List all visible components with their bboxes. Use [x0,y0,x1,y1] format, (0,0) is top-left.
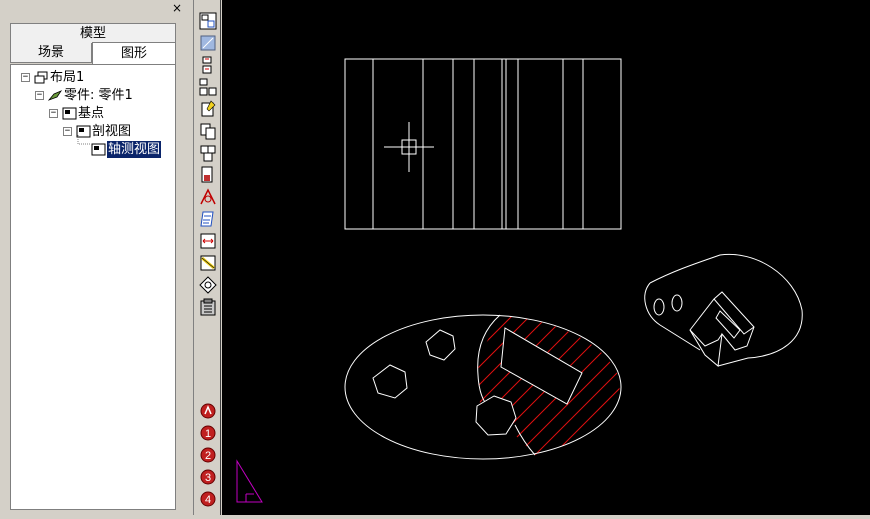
tab-graphics[interactable]: 图形 [92,42,176,64]
tree-item-axonometric-view[interactable]: 轴测视图 [91,141,162,158]
section-view-icon[interactable] [199,56,217,74]
tree-item-label: 布局1 [50,70,85,85]
crosshair-cursor [384,122,434,172]
tree-item-base-point[interactable]: − 基点 [49,105,104,122]
align-view-icon[interactable] [199,232,217,250]
property-icon[interactable] [199,276,217,294]
tab-model[interactable]: 模型 [10,23,176,43]
tab-scene[interactable]: 场景 [10,43,92,63]
dimension-icon[interactable] [199,188,217,206]
tree-item-label: 剖视图 [92,124,132,139]
detail-view-icon[interactable] [199,100,217,118]
view-5-icon[interactable]: 4 [199,490,217,508]
view-number: 4 [205,494,211,506]
ucs-icon [236,459,263,503]
auxiliary-view-icon[interactable] [199,122,217,140]
drawing-svg [236,58,803,503]
tree-view[interactable]: − 布局1 − 零件: 零件1 − 基点 − 剖视图 轴测视图 [10,64,176,510]
tree-item-part[interactable]: − 零件: 零件1 [35,87,133,104]
tree-connector [77,135,90,145]
collapse-icon[interactable]: − [35,91,44,100]
drawing-canvas[interactable] [222,0,870,515]
view-icon [91,143,106,156]
annotation-icon[interactable] [199,210,217,228]
collapse-icon[interactable]: − [63,127,72,136]
view-1-icon[interactable] [199,402,217,420]
view-number: 3 [205,472,211,484]
view-3-icon[interactable]: 2 [199,446,217,464]
collapse-icon[interactable]: − [49,109,58,118]
tree-item-label: 基点 [78,106,105,121]
edit-view-icon[interactable] [199,254,217,272]
view-number: 2 [205,450,211,462]
standard-view-icon[interactable] [199,12,217,30]
clipboard-icon[interactable] [199,298,217,316]
close-icon[interactable]: × [170,1,184,15]
isometric-view[interactable] [644,253,803,367]
tree-item-label: 轴测视图 [107,141,162,158]
part-icon [48,90,63,101]
view-icon [62,107,77,120]
section-view[interactable] [344,314,622,460]
view-number: 1 [205,428,211,440]
tree-item-section-view[interactable]: − 剖视图 [63,123,131,140]
vertical-toolbar: 1 2 3 4 [195,0,221,515]
broken-view-icon[interactable] [199,144,217,162]
view-2-icon[interactable]: 1 [199,424,217,442]
local-section-icon[interactable] [199,166,217,184]
projection-view-icon[interactable] [199,34,217,52]
partial-view-icon[interactable] [199,78,217,96]
model-tree-panel: × 模型 场景 图形 − 布局1 − 零件: 零件1 − 基点 − 剖视图 轴测… [0,0,194,515]
tree-item-label: 零件: 零件1 [64,88,133,103]
front-view[interactable] [344,58,622,230]
layout-icon [34,71,48,84]
collapse-icon[interactable]: − [21,73,30,82]
tree-item-layout[interactable]: − 布局1 [21,69,84,86]
view-4-icon[interactable]: 3 [199,468,217,486]
